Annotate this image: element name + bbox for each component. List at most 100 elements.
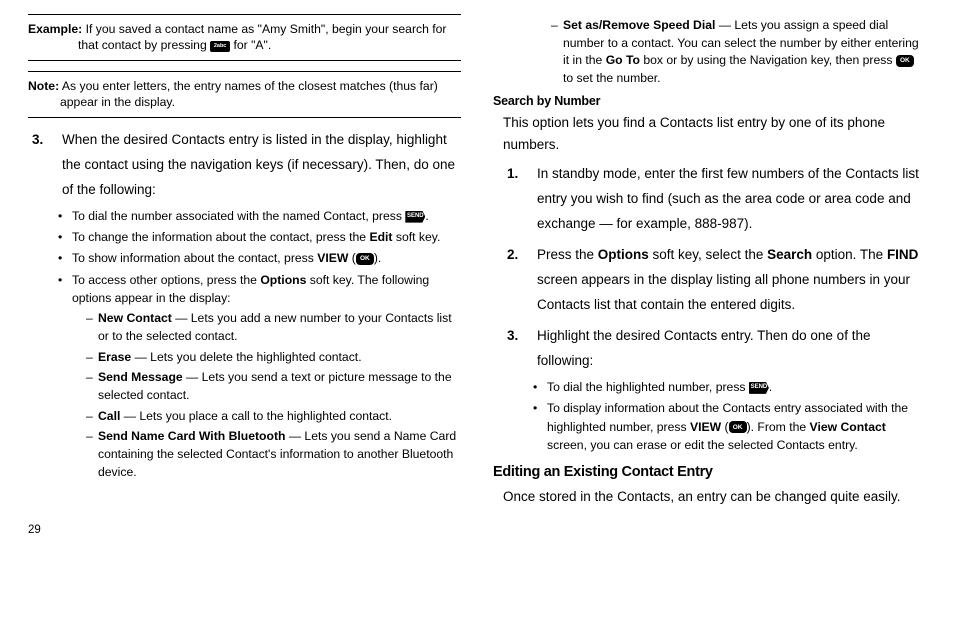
option-send-name-card: Send Name Card With Bluetooth bbox=[98, 429, 285, 443]
bullet-item: • To show information about the contact,… bbox=[58, 249, 461, 267]
step-number: 3. bbox=[28, 128, 62, 203]
bullet-marker: • bbox=[533, 399, 547, 454]
text: To access other options, press the bbox=[72, 273, 260, 287]
dash-marker: – bbox=[86, 349, 98, 367]
dash-body: New Contact — Lets you add a new number … bbox=[98, 310, 461, 345]
rule bbox=[28, 14, 461, 15]
search-by-number-heading: Search by Number bbox=[493, 94, 926, 108]
bullet-item: • To dial the highlighted number, press … bbox=[533, 378, 926, 396]
abc-key-icon: 2abc bbox=[210, 41, 230, 52]
view-contact-screen-label: View Contact bbox=[810, 420, 886, 434]
rule bbox=[28, 71, 461, 72]
dash-body: Set as/Remove Speed Dial — Lets you assi… bbox=[563, 17, 926, 88]
note-label: Note: bbox=[28, 79, 59, 93]
step-number: 2. bbox=[503, 243, 537, 318]
right-column: – Set as/Remove Speed Dial — Lets you as… bbox=[493, 14, 926, 514]
ok-key-icon: OK bbox=[896, 55, 914, 67]
option-erase: Erase bbox=[98, 350, 131, 364]
step-1: 1. In standby mode, enter the first few … bbox=[503, 162, 926, 237]
text: screen, you can erase or edit the select… bbox=[547, 438, 858, 452]
step-body: Highlight the desired Contacts entry. Th… bbox=[537, 324, 926, 374]
goto-label: Go To bbox=[606, 53, 640, 67]
bullet-item: • To access other options, press the Opt… bbox=[58, 271, 461, 485]
ok-key-icon: OK bbox=[729, 421, 747, 433]
example-text-3: for "A". bbox=[230, 38, 271, 52]
text: Press the bbox=[537, 247, 598, 262]
bullet-item: • To change the information about the co… bbox=[58, 228, 461, 246]
note-text-2: appear in the display. bbox=[28, 94, 461, 110]
text: To dial the highlighted number, press bbox=[547, 380, 749, 394]
bullet-body: To display information about the Contact… bbox=[547, 399, 926, 454]
bullet-item: • To dial the number associated with the… bbox=[58, 207, 461, 225]
bullet-marker: • bbox=[58, 249, 72, 267]
dash-item: – Send Message — Lets you send a text or… bbox=[86, 369, 461, 404]
page-container: Example: If you saved a contact name as … bbox=[0, 0, 954, 522]
dash-marker: – bbox=[86, 310, 98, 345]
dash-item: – Send Name Card With Bluetooth — Lets y… bbox=[86, 428, 461, 481]
ok-key-icon: OK bbox=[356, 253, 374, 265]
bullet-body: To access other options, press the Optio… bbox=[72, 271, 461, 485]
bullet-list: • To dial the number associated with the… bbox=[28, 207, 461, 485]
step-body: In standby mode, enter the first few num… bbox=[537, 162, 926, 237]
editing-contact-heading: Editing an Existing Contact Entry bbox=[493, 464, 926, 480]
option-send-message: Send Message bbox=[98, 370, 183, 384]
editing-paragraph: Once stored in the Contacts, an entry ca… bbox=[503, 486, 926, 508]
step-body: When the desired Contacts entry is liste… bbox=[62, 128, 461, 203]
rule bbox=[28, 117, 461, 118]
dash-list: – New Contact — Lets you add a new numbe… bbox=[72, 310, 461, 481]
options-softkey-label: Options bbox=[598, 247, 649, 262]
example-text-2: that contact by pressing bbox=[78, 38, 210, 52]
example-line2: that contact by pressing 2abc for "A". bbox=[28, 37, 461, 53]
option-speed-dial: Set as/Remove Speed Dial bbox=[563, 18, 715, 32]
bullet-marker: • bbox=[533, 378, 547, 396]
dash-body: Erase — Lets you delete the highlighted … bbox=[98, 349, 461, 367]
text: ( bbox=[348, 251, 355, 265]
edit-softkey-label: Edit bbox=[369, 230, 392, 244]
text: . bbox=[425, 209, 428, 223]
step-3: 3. When the desired Contacts entry is li… bbox=[28, 128, 461, 203]
dash-item: – Erase — Lets you delete the highlighte… bbox=[86, 349, 461, 367]
find-screen-label: FIND bbox=[887, 247, 919, 262]
bullet-marker: • bbox=[58, 271, 72, 485]
text: — Lets you delete the highlighted contac… bbox=[131, 350, 361, 364]
bullet-body: To dial the highlighted number, press SE… bbox=[547, 378, 926, 396]
text: — Lets you place a call to the highlight… bbox=[120, 409, 392, 423]
step-3: 3. Highlight the desired Contacts entry.… bbox=[503, 324, 926, 374]
bullet-body: To dial the number associated with the n… bbox=[72, 207, 461, 225]
page-number: 29 bbox=[0, 522, 954, 536]
send-key-icon: SEND bbox=[405, 211, 425, 223]
dash-item: – Call — Lets you place a call to the hi… bbox=[86, 408, 461, 426]
text: ). From the bbox=[747, 420, 810, 434]
text: soft key. bbox=[392, 230, 440, 244]
bullet-body: To show information about the contact, p… bbox=[72, 249, 461, 267]
dash-body: Send Name Card With Bluetooth — Lets you… bbox=[98, 428, 461, 481]
text: To show information about the contact, p… bbox=[72, 251, 317, 265]
bullet-marker: • bbox=[58, 207, 72, 225]
dash-body: Send Message — Lets you send a text or p… bbox=[98, 369, 461, 404]
dash-marker: – bbox=[86, 428, 98, 481]
text: To dial the number associated with the n… bbox=[72, 209, 405, 223]
bullet-marker: • bbox=[58, 228, 72, 246]
text: option. The bbox=[812, 247, 887, 262]
text: ). bbox=[374, 251, 381, 265]
note-text-1: As you enter letters, the entry names of… bbox=[59, 79, 438, 93]
dash-list-continued: – Set as/Remove Speed Dial — Lets you as… bbox=[493, 17, 926, 88]
option-new-contact: New Contact bbox=[98, 311, 172, 325]
step-2: 2. Press the Options soft key, select th… bbox=[503, 243, 926, 318]
dash-marker: – bbox=[86, 408, 98, 426]
example-label: Example: bbox=[28, 22, 82, 36]
left-column: Example: If you saved a contact name as … bbox=[28, 14, 461, 514]
text: to set the number. bbox=[563, 71, 661, 85]
step-body: Press the Options soft key, select the S… bbox=[537, 243, 926, 318]
send-key-icon: SEND bbox=[749, 382, 769, 394]
options-softkey-label: Options bbox=[260, 273, 306, 287]
step-number: 1. bbox=[503, 162, 537, 237]
dash-item: – New Contact — Lets you add a new numbe… bbox=[86, 310, 461, 345]
search-option-label: Search bbox=[767, 247, 812, 262]
text: . bbox=[769, 380, 772, 394]
rule bbox=[28, 60, 461, 61]
intro-paragraph: This option lets you find a Contacts lis… bbox=[503, 112, 926, 157]
note-box: Note: As you enter letters, the entry na… bbox=[28, 76, 461, 113]
text: soft key, select the bbox=[649, 247, 767, 262]
dash-item: – Set as/Remove Speed Dial — Lets you as… bbox=[551, 17, 926, 88]
